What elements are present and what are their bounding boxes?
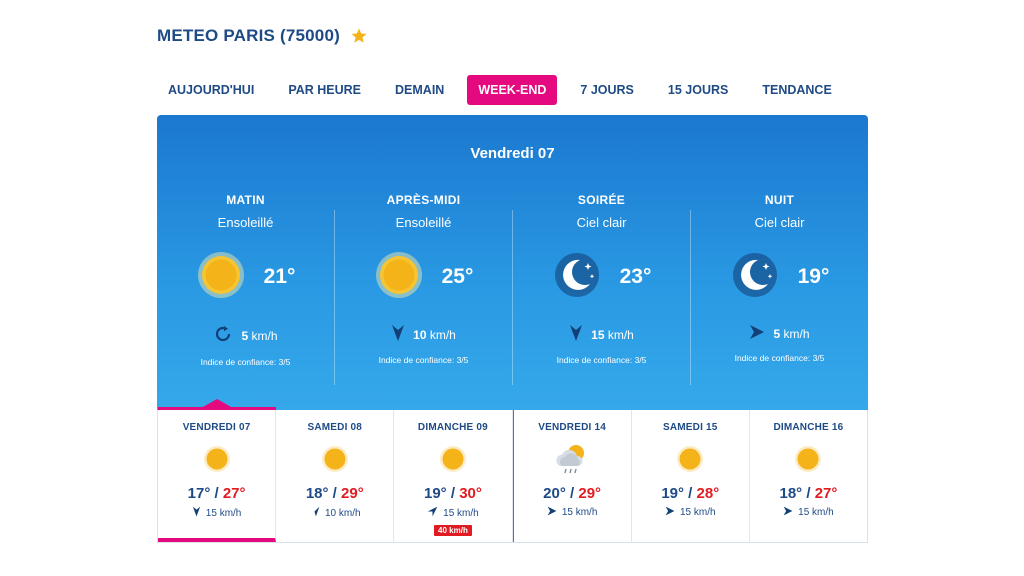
day-detail-panel: Vendredi 07 MATIN Ensoleillé 21° 5 km/h …	[157, 115, 868, 410]
period-apres-midi: APRÈS-MIDI Ensoleillé 25° 10 km/h Indice…	[335, 193, 512, 365]
period-matin: MATIN Ensoleillé 21° 5 km/h Indice de co…	[157, 193, 334, 367]
sun-icon	[374, 250, 424, 305]
day-wind: 15 km/h	[443, 507, 479, 519]
day-name: DIMANCHE 09	[417, 422, 488, 433]
day-card[interactable]: DIMANCHE 16 18° / 27° 15 km/h	[750, 410, 867, 542]
period-name: NUIT	[764, 193, 795, 207]
tab-15-jours[interactable]: 15 JOURS	[657, 75, 739, 105]
page-header: METEO PARIS (75000)	[157, 24, 368, 48]
wind-variable-icon	[213, 324, 233, 347]
confidence-index: Indice de confiance: 3/5	[556, 355, 647, 365]
day-card[interactable]: DIMANCHE 09 19° / 30° 15 km/h 40 km/h	[394, 410, 513, 542]
sun-icon	[321, 445, 349, 478]
tab-7-jours[interactable]: 7 JOURS	[569, 75, 645, 105]
period-condition: Ciel clair	[754, 215, 805, 230]
day-card[interactable]: SAMEDI 15 19° / 28° 15 km/h	[632, 410, 750, 542]
day-wind: 15 km/h	[205, 507, 242, 519]
day-temperatures: 18° / 27°	[779, 485, 838, 502]
wind-arrow-icon	[547, 506, 557, 519]
wind-arrow-icon	[749, 324, 765, 343]
wind-gust-badge: 40 km/h	[434, 525, 472, 536]
sun-icon	[439, 445, 467, 478]
wind-arrow-icon	[309, 506, 320, 520]
wind-arrow-icon	[391, 324, 405, 345]
page-title: METEO PARIS (75000)	[157, 26, 340, 45]
tab-aujourdhui[interactable]: AUJOURD'HUI	[157, 75, 265, 105]
tab-par-heure[interactable]: PAR HEURE	[277, 75, 372, 105]
period-temperature: 19°	[797, 265, 830, 288]
sun-icon	[203, 445, 231, 478]
period-condition: Ensoleillé	[395, 215, 452, 230]
day-wind: 15 km/h	[561, 507, 598, 518]
panel-date: Vendredi 07	[470, 145, 555, 162]
moon-icon	[730, 250, 780, 305]
day-temperatures: 19° / 28°	[661, 485, 720, 502]
period-condition: Ensoleillé	[217, 215, 274, 230]
confidence-index: Indice de confiance: 3/5	[378, 355, 469, 365]
sun-icon	[676, 445, 704, 478]
confidence-index: Indice de confiance: 3/5	[200, 357, 291, 367]
period-temperature: 23°	[619, 265, 652, 288]
period-soiree: SOIRÉE Ciel clair 23° 15 km/h Indice de …	[513, 193, 690, 365]
day-card[interactable]: VENDREDI 07 17° / 27° 15 km/h	[158, 399, 277, 542]
day-name: VENDREDI 14	[538, 422, 606, 433]
wind-speed: 5 km/h	[241, 328, 278, 343]
period-temperature: 25°	[441, 265, 474, 288]
day-temperatures: 19° / 30°	[423, 485, 482, 502]
day-temperatures: 18° / 29°	[305, 485, 364, 502]
day-wind: 15 km/h	[679, 507, 716, 518]
wind-arrow-icon	[192, 506, 201, 520]
day-temperatures: 17° / 27°	[187, 485, 246, 502]
sun-icon	[794, 445, 822, 478]
day-name: DIMANCHE 16	[773, 422, 844, 433]
days-strip: VENDREDI 07 17° / 27° 15 km/h SAMEDI 08 …	[157, 399, 868, 543]
day-card[interactable]: SAMEDI 08 18° / 29° 10 km/h	[276, 410, 395, 542]
sun-icon	[196, 250, 246, 305]
tab-tendance[interactable]: TENDANCE	[751, 75, 842, 105]
day-temperatures: 20° / 29°	[543, 485, 602, 502]
period-name: MATIN	[226, 193, 265, 207]
day-name: SAMEDI 15	[662, 422, 718, 433]
active-pointer	[201, 399, 233, 408]
star-icon[interactable]	[350, 27, 368, 45]
wind-arrow-icon	[665, 506, 675, 519]
period-condition: Ciel clair	[576, 215, 627, 230]
day-wind: 15 km/h	[798, 507, 834, 518]
wind-speed: 10 km/h	[413, 327, 456, 342]
wind-arrow-icon	[783, 506, 793, 519]
confidence-index: Indice de confiance: 3/5	[734, 353, 825, 363]
wind-arrow-icon	[427, 506, 438, 520]
period-name: SOIRÉE	[577, 193, 626, 207]
sun-cloud-rain-icon	[552, 442, 592, 481]
day-wind: 10 km/h	[324, 507, 361, 519]
period-temperature: 21°	[263, 265, 296, 288]
moon-icon	[552, 250, 602, 305]
forecast-tabs: AUJOURD'HUI PAR HEURE DEMAIN WEEK-END 7 …	[157, 75, 855, 105]
day-name: VENDREDI 07	[182, 422, 251, 433]
wind-speed: 15 km/h	[591, 327, 634, 342]
tab-demain[interactable]: DEMAIN	[384, 75, 455, 105]
period-name: APRÈS-MIDI	[386, 193, 461, 207]
wind-speed: 5 km/h	[773, 326, 810, 341]
period-nuit: NUIT Ciel clair 19° 5 km/h Indice de con…	[691, 193, 868, 363]
day-name: SAMEDI 08	[307, 422, 363, 433]
tab-week-end[interactable]: WEEK-END	[467, 75, 558, 105]
day-card[interactable]: VENDREDI 14 20° / 29° 15 km/h	[512, 410, 632, 542]
wind-arrow-icon	[569, 324, 583, 345]
